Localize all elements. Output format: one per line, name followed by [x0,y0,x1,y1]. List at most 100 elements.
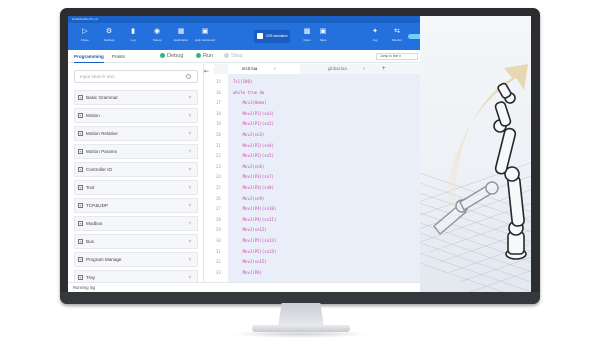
code-line[interactable]: while true do [233,90,264,95]
expand-icon[interactable]: + [78,167,83,172]
expand-icon[interactable]: + [78,239,83,244]
tab-programming[interactable]: Programming [74,50,104,63]
close-tab-icon[interactable]: × [363,66,366,71]
ribbon-application-button[interactable]: ▦ Application [170,25,192,47]
help-icon[interactable]: ? [188,235,191,248]
command-group[interactable]: + Modbus? [74,216,198,231]
command-group-label: Motion Relative [86,131,118,136]
ghost-robot-arm [433,181,499,236]
code-line[interactable]: MovJ(sn9) [233,196,265,201]
code-line[interactable]: MovJ(P5)(sn13) [233,238,277,243]
code-area[interactable]: Tcl(100) while true do MovJ(Home) MovJ(P1… [228,74,420,282]
help-icon[interactable]: ? [188,217,191,230]
expand-icon[interactable]: + [78,95,83,100]
code-line[interactable]: MovJ(sn3) [233,132,265,137]
command-group-label: Modbus [86,221,103,226]
code-token: Tcl(100) [233,79,253,84]
close-tab-icon[interactable]: × [273,66,276,71]
help-icon[interactable]: ? [188,127,191,140]
debug-button[interactable]: Debug [160,50,183,63]
code-line[interactable]: Tcl(100) [233,79,252,84]
line-number: 19 [216,121,221,127]
code-line[interactable]: MovJ(P2)(sn5) [233,153,274,158]
ribbon-close-button[interactable]: ▷ Close [74,25,96,47]
code-token: do [259,89,265,95]
run-button[interactable]: Run [196,50,213,63]
code-token: MovJ(P5)(sn13) [233,238,277,243]
expand-icon[interactable]: + [78,275,83,280]
debug-icon [160,52,165,58]
code-line[interactable]: MovJ(P6) [233,270,262,275]
jump-to-line-input[interactable]: Jump to line n [376,53,418,60]
code-line[interactable]: MovJ(P3)(sn8) [233,185,274,190]
command-group[interactable]: + Bus? [74,234,198,249]
code-line[interactable]: MovJ(Home) [233,100,267,105]
ribbon-save-button[interactable]: ▣ Save [312,25,334,47]
expand-icon[interactable]: + [78,221,83,226]
help-icon[interactable]: ? [188,109,191,122]
ribbon-teleop-button[interactable]: ◉ Teleop [146,25,168,47]
robot-scene [420,64,531,292]
line-number: 25 [216,185,221,190]
code-line[interactable]: MovJ(P5)(sn14) [233,249,277,254]
code-line[interactable]: MovJ(P4)(sn11) [233,217,277,222]
command-search-input[interactable]: Input search text [74,70,198,83]
code-token: MovJ(sn6) [233,163,265,169]
ribbon-monitor-button[interactable]: ⇆ Monitor [386,25,408,47]
command-group[interactable]: + Tool? [74,180,198,195]
close-connection-icon: ▷ [82,28,88,35]
command-group[interactable]: + Motion Relative? [74,126,198,141]
tab-global[interactable]: global.lua × [310,64,378,74]
line-number: 33 [216,269,221,275]
code-token: MovJ(P6) [233,269,262,275]
help-icon[interactable]: ? [188,181,191,194]
code-line[interactable]: MovJ(sn15) [233,259,267,264]
command-group[interactable]: + Basic Grammar? [74,90,198,105]
code-line[interactable]: MovJ(P2)(sn4) [233,143,274,148]
ribbon-jog-button[interactable]: ✦ Jog [364,25,386,47]
command-group-label: Motion [86,113,100,118]
expand-icon[interactable]: + [78,203,83,208]
collapse-sidebar-icon[interactable]: ⇤ [204,68,212,76]
simulation-button[interactable]: CR5 simulation [254,30,290,43]
code-token: MovJ(sn15) [233,259,267,265]
help-icon[interactable]: ? [188,91,191,104]
code-line[interactable]: MovJ(sn12) [233,227,267,232]
code-line[interactable]: MovJ(P1)(sn2) [233,121,274,126]
command-group[interactable]: + Motion? [74,108,198,123]
help-icon[interactable]: ? [188,199,191,212]
expand-icon[interactable]: + [78,131,83,136]
stop-button[interactable]: Stop [224,50,243,63]
code-line[interactable]: MovJ(P4)(sn10) [233,206,277,211]
command-group[interactable]: + Controller IO? [74,162,198,177]
gear-icon: ⚙ [105,28,113,35]
expand-icon[interactable]: + [78,149,83,154]
code-token: MovJ(P1)(sn2) [233,121,274,127]
editor-tab-bar: src0.lua × global.lua × + [214,64,420,74]
help-icon[interactable]: ? [188,271,191,282]
product-showcase: DobotStudio Pro v2 ▷ Close ⚙ Settings ▮ … [0,0,597,345]
expand-icon[interactable]: + [78,113,83,118]
code-line[interactable]: MovJ(sn6) [233,163,265,169]
expand-icon[interactable]: + [78,257,83,262]
command-group[interactable]: + Motion Params? [74,144,198,159]
command-group[interactable]: + Tray? [74,270,198,282]
tab-src0[interactable]: src0.lua × [228,64,300,74]
line-number: 16 [216,89,221,95]
ribbon-settings-button[interactable]: ⚙ Settings [98,25,120,47]
expand-icon[interactable]: + [78,185,83,190]
tab-points[interactable]: Points [112,50,125,63]
ribbon-log-button[interactable]: ▮ Log [122,25,144,47]
code-line[interactable]: MovJ(P1)(sn1) [233,111,274,116]
help-icon[interactable]: ? [188,145,191,158]
ribbon-help-button[interactable]: ▣ Help document [194,25,216,47]
command-group[interactable]: + TCP&UDP? [74,198,198,213]
command-group[interactable]: + Program Manage? [74,252,198,267]
robot-3d-viewport[interactable] [420,16,531,292]
help-icon[interactable]: ? [188,253,191,266]
add-tab-button[interactable]: + [382,64,386,74]
code-line[interactable]: MovJ(P3)(sn7) [233,174,274,179]
line-number: 28 [216,216,221,222]
line-gutter: 15 16 17 18 19 20 21 22 23 24 25 26 27 28 29 30 31 32 33 [214,74,228,282]
help-icon[interactable]: ? [188,163,191,176]
